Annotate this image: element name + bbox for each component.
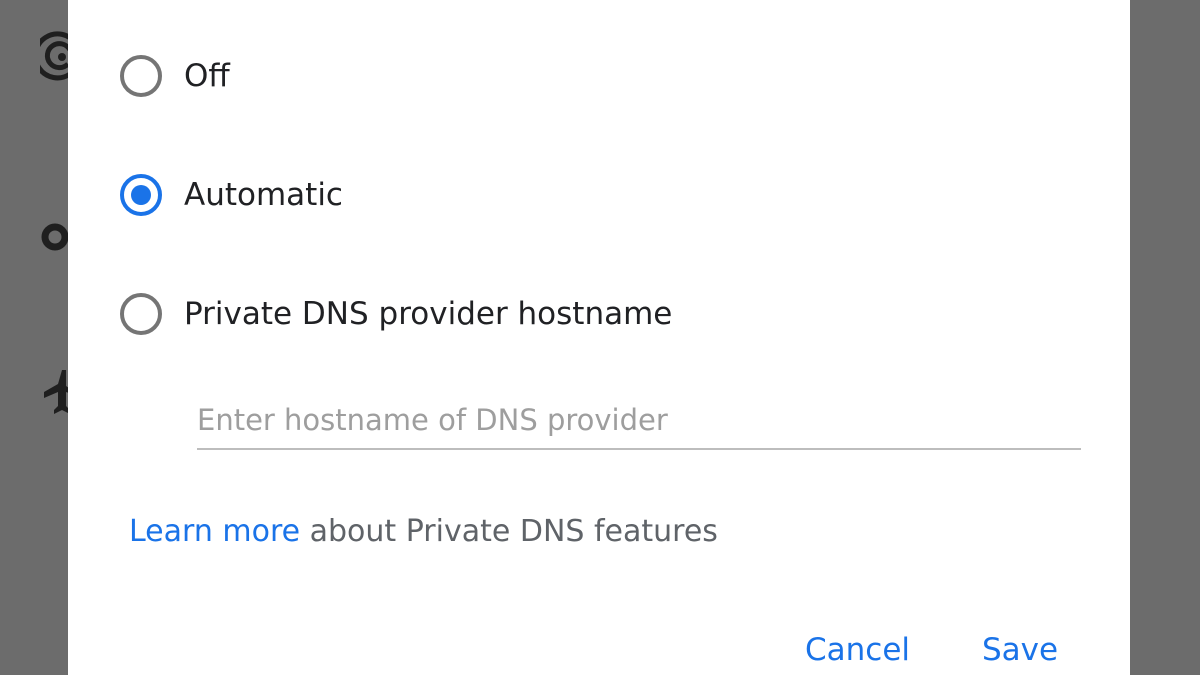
learn-more-line: Learn more about Private DNS features bbox=[129, 514, 718, 549]
radio-off[interactable] bbox=[120, 55, 162, 97]
learn-more-link[interactable]: Learn more bbox=[129, 514, 300, 549]
option-off[interactable]: Off bbox=[120, 48, 230, 104]
data-saver-icon bbox=[40, 222, 70, 252]
hostname-input[interactable] bbox=[197, 392, 1081, 450]
radio-private-dns-hostname[interactable] bbox=[120, 293, 162, 335]
option-automatic[interactable]: Automatic bbox=[120, 167, 343, 223]
option-private-dns-hostname-label: Private DNS provider hostname bbox=[184, 296, 673, 332]
option-automatic-label: Automatic bbox=[184, 177, 343, 213]
cancel-button[interactable]: Cancel bbox=[805, 632, 910, 668]
option-off-label: Off bbox=[184, 58, 230, 94]
option-private-dns-hostname[interactable]: Private DNS provider hostname bbox=[120, 286, 672, 342]
save-button[interactable]: Save bbox=[982, 632, 1058, 668]
private-dns-dialog: Off Automatic Private DNS provider hostn… bbox=[68, 0, 1130, 675]
radio-automatic[interactable] bbox=[120, 174, 162, 216]
learn-more-description: about Private DNS features bbox=[300, 514, 718, 549]
